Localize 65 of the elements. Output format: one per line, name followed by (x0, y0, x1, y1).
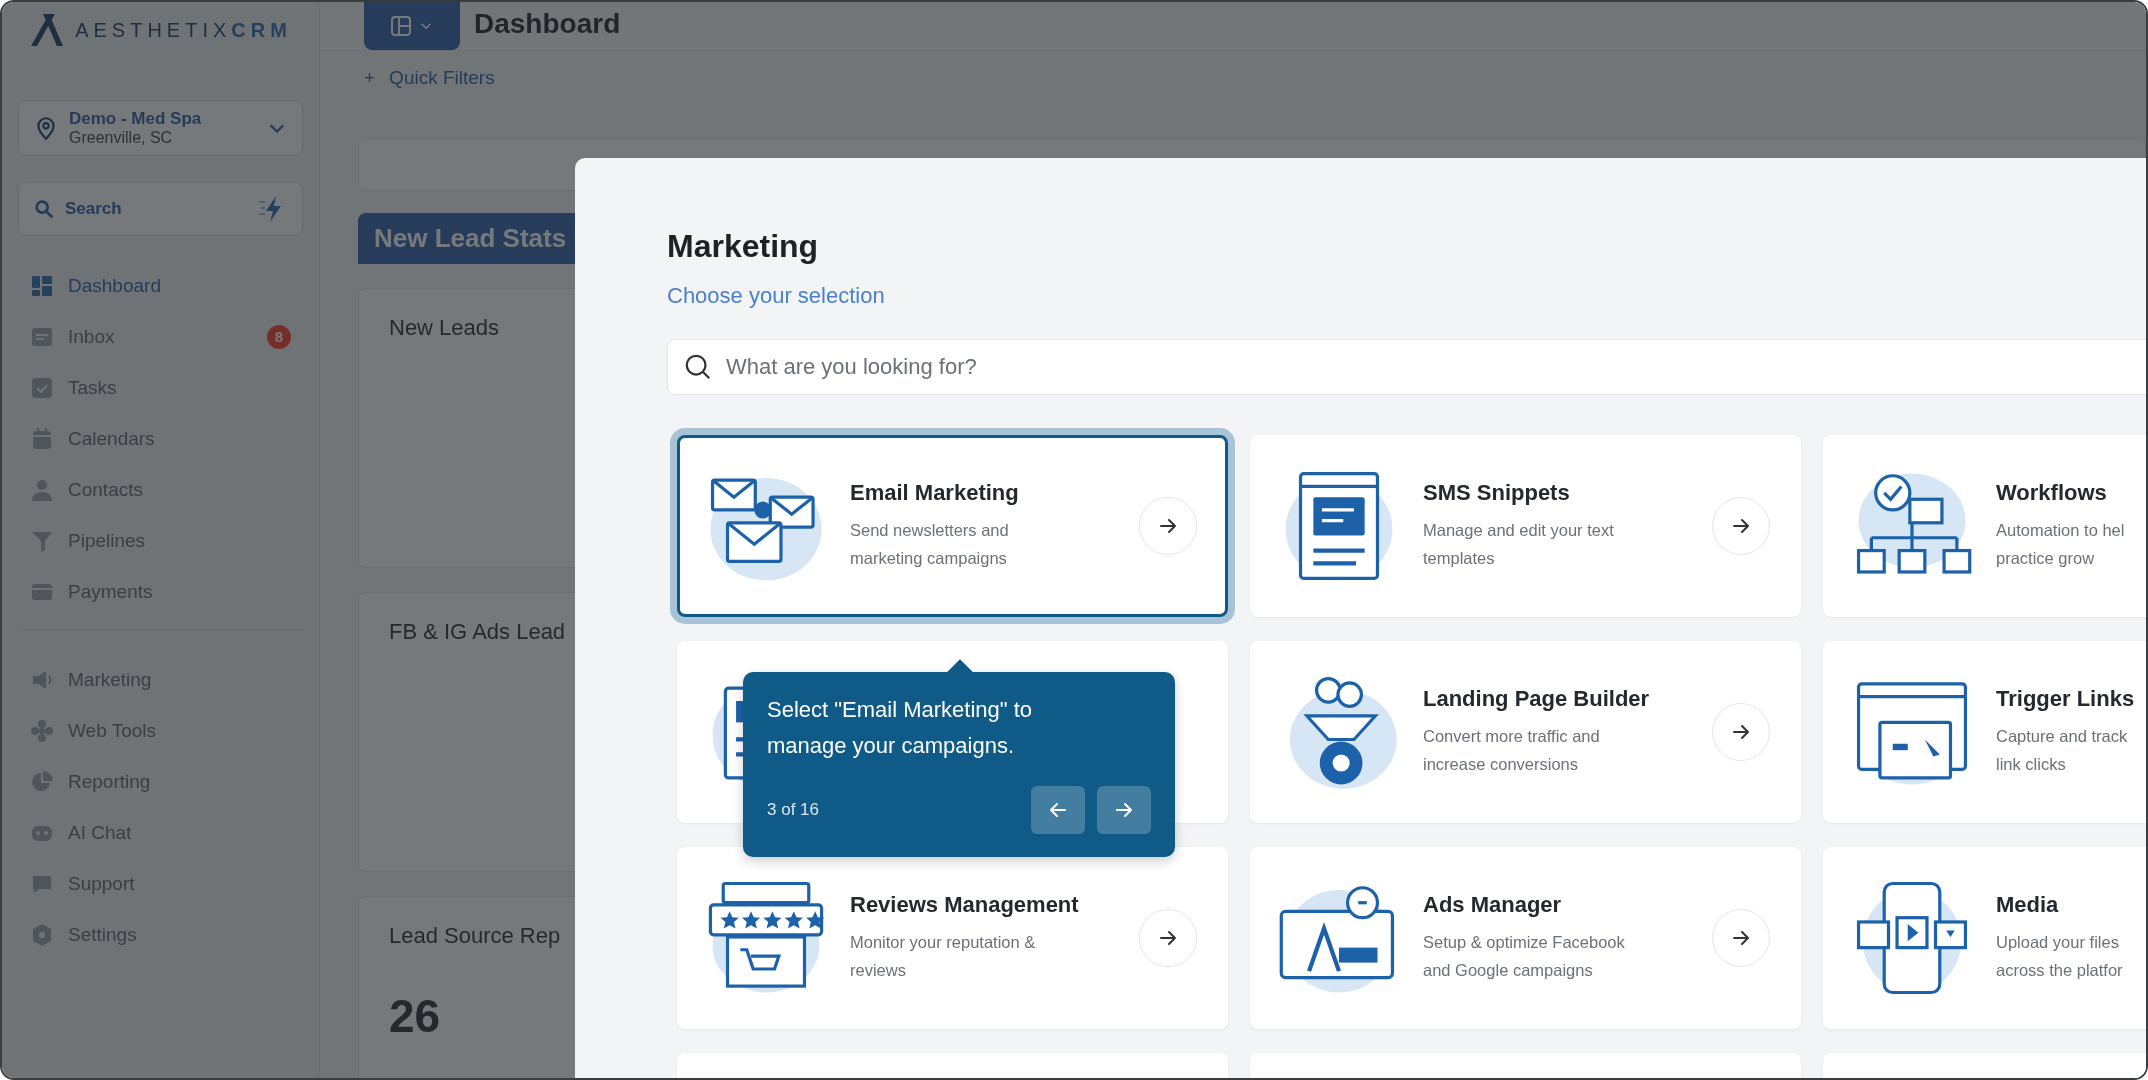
feature-card[interactable]: Media Upload your files across the platfor (1823, 847, 2146, 1029)
unread-badge: 8 (267, 324, 291, 349)
card-description: and Google campaigns (1423, 960, 1594, 981)
tooltip-text: Select "Email Marketing" to manage your campaigns. (767, 696, 1034, 760)
card-title: Email Marketing (850, 480, 1020, 506)
location-name: Demo - Med Spa (69, 109, 203, 129)
card-title: SMS Snippets (1423, 480, 1571, 506)
card-description: practice grow (1996, 548, 2096, 569)
checkbox-icon (30, 375, 54, 400)
location-address: Greenville, SC (69, 129, 174, 147)
widget-title: Lead Source Rep (389, 923, 561, 949)
layout-icon (389, 14, 413, 38)
dialog-title: Marketing (667, 228, 820, 265)
card-description: Monitor your reputation & (850, 932, 1037, 953)
card-title: Media (1996, 892, 2060, 918)
next-button[interactable] (1097, 786, 1151, 834)
card-title: Workflows (1996, 480, 2108, 506)
calendar-icon (30, 426, 54, 451)
card-description: Upload your files (1996, 932, 2120, 953)
feature-card[interactable]: SMS Snippets Manage and edit your text templates (1250, 435, 1801, 617)
pie-chart-icon (30, 769, 54, 794)
card-description: templates (1423, 548, 1496, 569)
card-description: across the platfor (1996, 960, 2124, 981)
previous-button[interactable] (1031, 786, 1085, 834)
card-description: reviews (850, 960, 907, 981)
widget-value: 26 (389, 989, 442, 1043)
layout-button[interactable] (364, 2, 460, 50)
location-selector[interactable]: Demo - Med Spa Greenville, SC (18, 100, 303, 156)
feature-card[interactable]: Landing Page Builder Convert more traffic and increase conversions (1250, 641, 1801, 823)
logo-icon (29, 12, 66, 48)
card-description: Setup & optimize Facebook (1423, 932, 1626, 953)
card-description: link clicks (1996, 754, 2067, 775)
feature-card[interactable]: Reviews Management Monitor your reputation & reviews (677, 847, 1228, 1029)
card-description: marketing campaigns (850, 548, 1008, 569)
feature-card[interactable]: Ads Manager Setup & optimize Facebook and Google campaigns (1250, 847, 1801, 1029)
card-description: Automation to hel (1996, 520, 2126, 541)
search-field[interactable]: What are you looking for? (667, 339, 2146, 395)
plus-sign: + (364, 67, 376, 89)
feature-card[interactable]: Trigger Links Capture and track link clicks (1823, 641, 2146, 823)
nav-item[interactable]: Dashboard (18, 260, 303, 311)
card-title: Ads Manager (1423, 892, 1563, 918)
search-icon (33, 198, 55, 220)
step-counter: 3 of 16 (767, 800, 820, 820)
search-icon (683, 352, 713, 382)
card-description: Convert more traffic and (1423, 726, 1601, 747)
widget-title: New Leads (389, 315, 500, 341)
logo-text: AESTHETIX CRM (75, 18, 292, 42)
card-title: Reviews Management (850, 892, 1080, 918)
grid-icon (30, 273, 54, 298)
card-description: Capture and track (1996, 726, 2129, 747)
nav-label: Dashboard (68, 274, 162, 297)
widget-title: FB & IG Ads Lead (389, 619, 566, 645)
quick-filters-link[interactable]: Quick Filters (389, 67, 495, 89)
card-description: Manage and edit your text (1423, 520, 1615, 541)
page-title: Dashboard (474, 8, 621, 40)
card-description: increase conversions (1423, 754, 1579, 775)
dialog-subtitle: Choose your selection (667, 283, 886, 309)
gear-icon (30, 922, 54, 947)
sidebar-search[interactable]: Search (18, 182, 303, 236)
card-description: Send newsletters and (850, 520, 1010, 541)
feature-card[interactable]: Workflows Automation to hel practice grow (1823, 435, 2146, 617)
person-icon (30, 477, 54, 502)
card-title: Landing Page Builder (1423, 686, 1651, 712)
card-title: Trigger Links (1996, 686, 2136, 712)
flower-icon (30, 718, 54, 743)
